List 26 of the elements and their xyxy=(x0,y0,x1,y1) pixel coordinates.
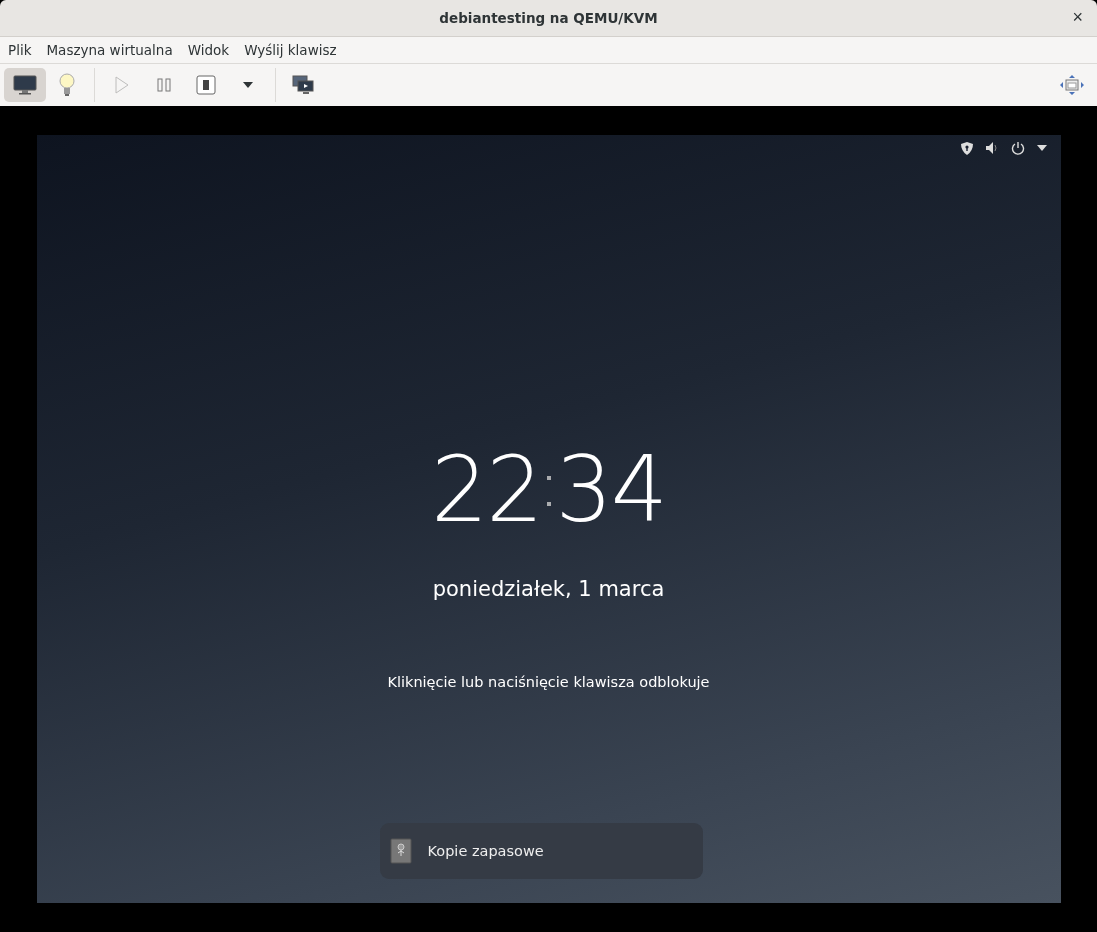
pause-icon xyxy=(157,78,171,92)
window-title: debiantesting na QEMU/KVM xyxy=(439,10,658,26)
menu-item[interactable]: Plik xyxy=(2,42,38,58)
shield-icon xyxy=(960,141,973,155)
notification-title: Kopie zapasowe xyxy=(427,843,544,859)
power-icon xyxy=(1010,141,1025,155)
menu-item[interactable]: Widok xyxy=(181,42,236,58)
clock-minutes: 34 xyxy=(555,445,667,535)
screens-icon xyxy=(292,75,314,95)
close-button[interactable]: × xyxy=(1068,7,1087,28)
menu-item[interactable]: Wyślij klawisz xyxy=(238,42,343,58)
toolbar-button[interactable] xyxy=(4,68,46,102)
play-icon xyxy=(114,76,130,94)
caret-icon xyxy=(1036,145,1047,151)
safe-icon xyxy=(389,838,412,864)
unlock-hint: Kliknięcie lub naciśnięcie klawisza odblokuje xyxy=(387,674,710,690)
clock-hours: 22 xyxy=(430,445,542,535)
light-bulb-icon xyxy=(59,73,75,97)
switch-icon xyxy=(196,75,216,95)
menu-item[interactable]: Maszyna wirtualna xyxy=(40,42,179,58)
date-label: poniedziałek, 1 marca xyxy=(432,577,665,601)
caret-icon xyxy=(243,82,253,88)
notification-card[interactable]: Kopie zapasowe xyxy=(379,823,703,879)
fullscreen-icon xyxy=(1060,75,1084,95)
monitor-icon xyxy=(13,75,37,95)
volume-icon xyxy=(984,141,999,155)
